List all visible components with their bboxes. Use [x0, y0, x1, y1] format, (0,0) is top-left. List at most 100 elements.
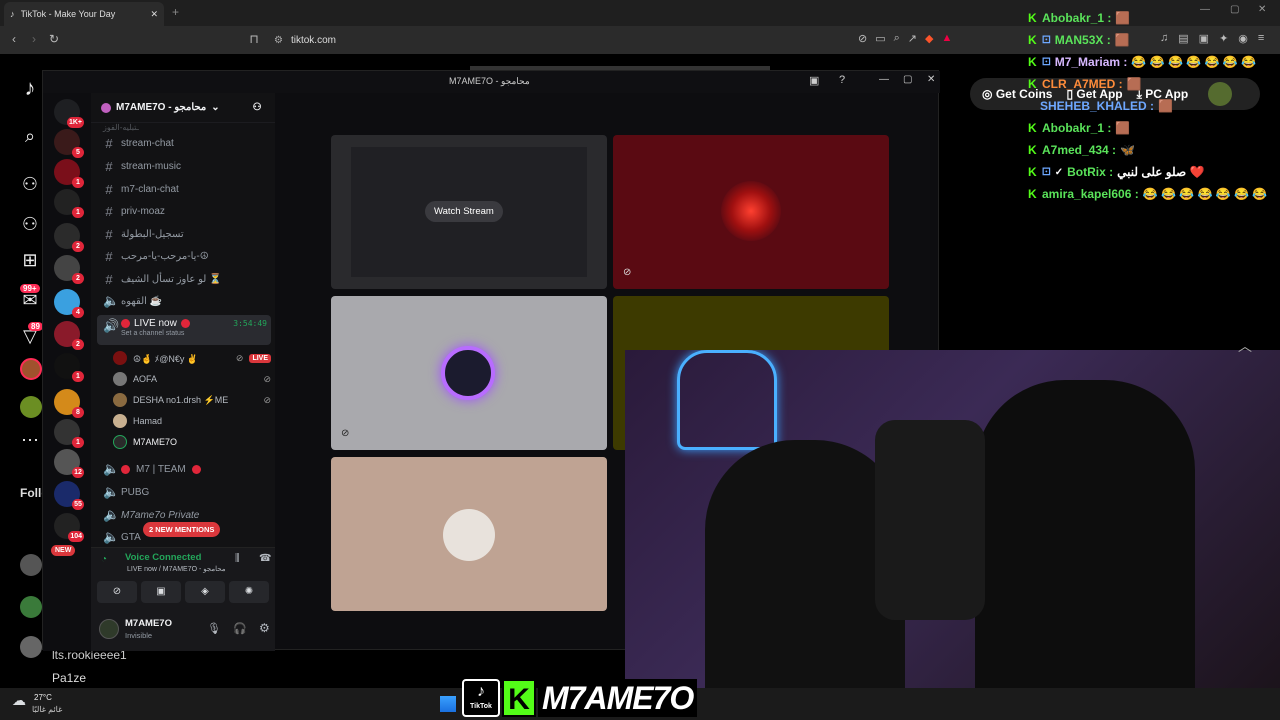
vpn-icon[interactable]: ◉	[1238, 32, 1248, 45]
avatar[interactable]	[99, 619, 119, 639]
microphone-icon[interactable]: 🎙	[207, 622, 221, 635]
more-icon[interactable]: ⋯	[18, 428, 42, 452]
server-icon[interactable]: 5	[54, 129, 84, 158]
help-icon[interactable]: ?	[839, 74, 845, 86]
participant-tile[interactable]	[331, 457, 607, 611]
browser-tab[interactable]: ♪ TikTok - Make Your Day ✕	[4, 2, 164, 26]
rewards-icon[interactable]: ▲	[941, 32, 952, 45]
camera-off-button[interactable]: ⊘	[97, 581, 137, 603]
close-tab-icon[interactable]: ✕	[150, 9, 158, 20]
chat-message: K CLR_A7MED : 🟫	[1028, 77, 1142, 91]
channel-m7-clan-chat[interactable]: # m7-clan-chat	[97, 179, 271, 199]
voice-connected-sub[interactable]: LIVE now / M7AME7O - محامجو	[127, 565, 226, 573]
avatar[interactable]	[20, 554, 42, 576]
speaker-icon: 🔈	[103, 507, 120, 522]
tiktok-logo-icon[interactable]: ♪	[18, 76, 42, 100]
voice-user[interactable]: M7AME7O	[113, 433, 271, 451]
server-icon[interactable]: 1	[54, 159, 84, 188]
voice-channel-team[interactable]: 🔈 M7 | TEAM	[97, 459, 271, 479]
search-icon[interactable]: ⌕	[18, 124, 42, 148]
voice-user[interactable]: Hamad	[113, 412, 271, 430]
server-icon[interactable]: 55	[54, 481, 84, 510]
avatar[interactable]	[20, 636, 42, 658]
brave-shield-icon[interactable]: ◆	[925, 32, 933, 45]
followed-user-name[interactable]: Pa1ze	[52, 671, 86, 685]
avatar[interactable]	[20, 396, 42, 418]
channel-status[interactable]: Set a channel status	[121, 330, 271, 337]
voice-channel-gta[interactable]: 🔈 GTA	[97, 527, 271, 547]
voice-user[interactable]: AOFA ⊘	[113, 370, 271, 388]
invite-icon[interactable]: ⚇	[253, 102, 262, 113]
inbox-icon[interactable]: ▣	[809, 74, 819, 87]
voice-channel-live[interactable]: 🔊 LIVE now 3:54:49 Set a channel status	[97, 315, 271, 345]
avatar[interactable]	[20, 358, 42, 380]
server-icon[interactable]: 104	[54, 513, 84, 542]
channel-stream-music[interactable]: # stream-music	[97, 156, 271, 176]
wallet-icon[interactable]: ▣	[1199, 32, 1209, 45]
maximize-window-icon[interactable]: ▢	[1230, 4, 1239, 15]
server-icon[interactable]: 1	[54, 189, 84, 218]
voice-user[interactable]: ☮🤞 ﾒ@N€y ✌ ⊘ LIVE	[113, 349, 271, 367]
music-icon[interactable]: ♫	[1160, 32, 1168, 45]
extension-icon[interactable]: ✦	[1219, 32, 1228, 45]
following-icon[interactable]: ⚇	[18, 172, 42, 196]
server-header[interactable]: M7AME7O - محامجو ⌄ ⚇	[91, 93, 275, 123]
chevron-up-icon[interactable]: ︿	[1238, 336, 1252, 356]
screen-share-button[interactable]: ▣	[141, 581, 181, 603]
weather-icon[interactable]: ☁	[12, 692, 26, 709]
start-icon[interactable]	[440, 696, 456, 712]
minimize-icon[interactable]: —	[879, 74, 889, 85]
participant-tile[interactable]: ⊘	[331, 296, 607, 450]
server-icon[interactable]: 12	[54, 449, 84, 478]
sidebar-icon[interactable]: ▤	[1178, 32, 1188, 45]
avatar[interactable]	[20, 596, 42, 618]
voice-user[interactable]: DESHA no1.drsh ⚡ME ⊘	[113, 391, 271, 409]
server-icon[interactable]: 8	[54, 389, 84, 418]
site-info-icon[interactable]: ⚙	[274, 35, 283, 46]
voice-channel-cafe[interactable]: 🔈 القهوه ☕	[97, 291, 271, 311]
friends-icon[interactable]: ⚇	[18, 212, 42, 236]
server-icon[interactable]: 1	[54, 353, 84, 382]
activity-button[interactable]: ◈	[185, 581, 225, 603]
tracking-icon[interactable]: ⊘	[858, 32, 867, 45]
kick-badge-icon: K	[1028, 187, 1037, 201]
user-panel: M7AME7O Invisible 🎙 🎧 ⚙	[91, 611, 275, 651]
minimize-window-icon[interactable]: —	[1200, 4, 1210, 15]
close-window-icon[interactable]: ✕	[1258, 4, 1266, 15]
back-icon[interactable]: ‹	[4, 32, 24, 46]
participant-tile[interactable]: ⊘	[613, 135, 889, 289]
server-icon[interactable]: 4	[54, 289, 84, 318]
stream-tile[interactable]: Watch Stream	[331, 135, 607, 289]
server-icon[interactable]: 2	[54, 255, 84, 284]
maximize-icon[interactable]: ▢	[903, 74, 912, 85]
menu-icon[interactable]: ≡	[1258, 32, 1264, 45]
voice-connected-panel: ◔ Voice Connected LIVE now / M7AME7O - م…	[91, 547, 275, 611]
close-icon[interactable]: ✕	[927, 74, 935, 85]
soundboard-button[interactable]: ✺	[229, 581, 269, 603]
server-icon[interactable]: 1	[54, 419, 84, 448]
watch-stream-button[interactable]: Watch Stream	[425, 201, 503, 222]
settings-icon[interactable]: ⚙	[259, 621, 270, 635]
kick-logo-icon: K	[502, 679, 536, 717]
channel-stream-chat[interactable]: # stream-chat	[97, 133, 271, 153]
server-icon[interactable]: 2	[54, 223, 84, 252]
channel-registration[interactable]: # تسجيل-البطولة	[97, 224, 271, 244]
noise-suppression-icon[interactable]: ⫼	[235, 553, 240, 564]
voice-channel-pubg[interactable]: 🔈 PUBG	[97, 482, 271, 502]
channel-ask-chef[interactable]: # لو عاوز تسأل الشيف ⏳	[97, 269, 271, 289]
avatar[interactable]	[1208, 82, 1233, 106]
channel-item[interactable]: ـتبليه-الفوز	[97, 121, 271, 133]
upload-icon[interactable]: ⊞	[18, 248, 42, 272]
headphones-icon[interactable]: 🎧	[233, 622, 247, 635]
zoom-icon[interactable]: ⌕	[894, 32, 900, 45]
disconnect-icon[interactable]: ☎	[259, 553, 271, 564]
share-icon[interactable]: ↗	[908, 32, 917, 45]
channel-priv-moaz[interactable]: # priv-moaz	[97, 201, 271, 221]
reader-icon[interactable]: ▭	[875, 32, 885, 45]
discord-home-icon[interactable]: 1K+	[54, 99, 84, 128]
new-tab-icon[interactable]: +	[172, 5, 179, 19]
forward-icon[interactable]: ›	[24, 32, 44, 46]
reload-icon[interactable]: ↻	[44, 32, 64, 46]
server-icon[interactable]: 2	[54, 321, 84, 350]
channel-welcome[interactable]: # يا-مرحب-يا-مرحب-☮	[97, 246, 271, 266]
